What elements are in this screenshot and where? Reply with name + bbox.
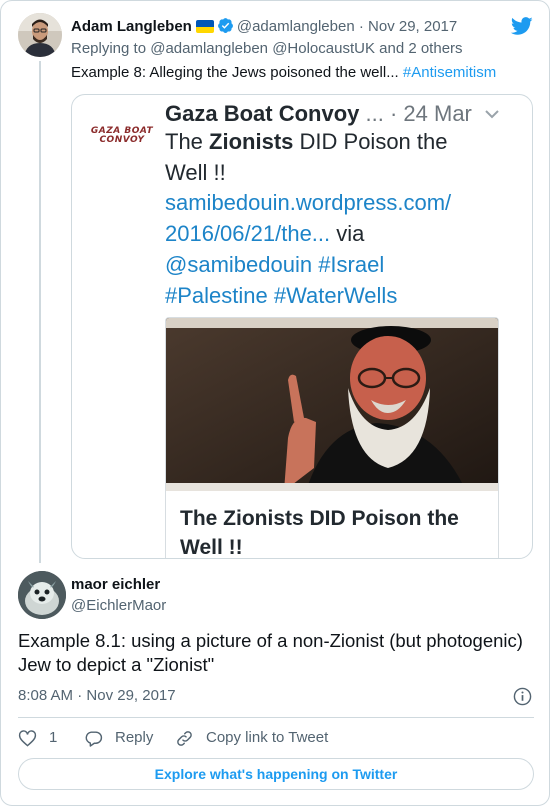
attached-image-card[interactable]: GAZA BOAT CONVOY Gaza Boat Convoy ... · … [71,94,533,559]
replying-prefix: Replying to [71,40,147,57]
replying-to-line: Replying to @adamlangleben @HolocaustUK … [71,39,463,59]
separator-dot: · [358,18,364,35]
like-button[interactable]: 1 [18,728,57,748]
link-icon [177,730,192,746]
screenshot-ellipsis: ... [365,101,384,126]
heart-icon [18,729,37,747]
author-name[interactable]: maor eichler [71,575,160,595]
copy-link-button[interactable]: Copy link to Tweet [175,728,328,748]
avatar[interactable] [18,571,66,619]
screenshot-date: · 24 Mar [389,101,472,126]
like-count: 1 [49,729,58,746]
ukraine-flag-icon [195,20,214,33]
tweet-embed: Adam Langleben @adamlangleben · Nov 29, 2… [0,0,550,806]
copy-link-label: Copy link to Tweet [206,729,329,746]
verified-badge-icon [217,18,233,33]
replying-suffix[interactable]: and 2 others [379,40,462,57]
article-preview-card: The Zionists DID Poison the Well !! [165,317,499,559]
screenshot-account-name: Gaza Boat Convoy [165,101,360,126]
avatar-portrait-image [18,13,62,57]
thread-connector-line [39,61,41,563]
author-handle[interactable]: @adamlangleben [237,18,355,35]
replying-mentions[interactable]: @adamlangleben @HolocaustUK [150,40,375,57]
gaza-boat-convoy-logo: GAZA BOAT CONVOY [90,126,154,145]
reply-button[interactable]: Reply [84,728,153,748]
chevron-down-icon [485,110,499,119]
screenshot-text: The Zionists DID Poison the Well !! sami… [165,129,452,308]
author-name[interactable]: Adam Langleben [71,18,192,35]
reply-bubble-icon [85,730,103,747]
article-photo [166,318,498,491]
screenshot-header: Gaza Boat Convoy ... · 24 Mar [165,99,472,129]
avatar-dog-image [18,571,66,619]
explore-twitter-button[interactable]: Explore what's happening on Twitter [18,758,534,790]
parent-tweet-header: Adam Langleben @adamlangleben · Nov 29, 2… [71,17,457,37]
tweet-time[interactable]: 8:08 AM [18,687,73,704]
tweet-text: Example 8.1: using a picture of a non-Zi… [18,630,523,675]
tweet-timestamp[interactable]: 8:08 AM · Nov 29, 2017 [18,686,176,706]
reply-label: Reply [115,729,154,746]
article-title: The Zionists DID Poison the Well !! [180,507,459,559]
twitter-bird-icon[interactable] [510,15,534,37]
author-handle[interactable]: @EichlerMaor [71,596,166,616]
hashtag-link[interactable]: #Antisemitism [403,64,496,81]
divider [18,717,534,718]
info-icon[interactable] [513,687,532,706]
parent-tweet-text: Example 8: Alleging the Jews poisoned th… [71,63,496,83]
separator-dot: · [77,687,83,704]
avatar[interactable] [18,13,62,57]
tweet-text: Example 8: Alleging the Jews poisoned th… [71,64,399,81]
tweet-date[interactable]: Nov 29, 2017 [86,687,175,704]
tweet-date[interactable]: Nov 29, 2017 [368,18,457,35]
